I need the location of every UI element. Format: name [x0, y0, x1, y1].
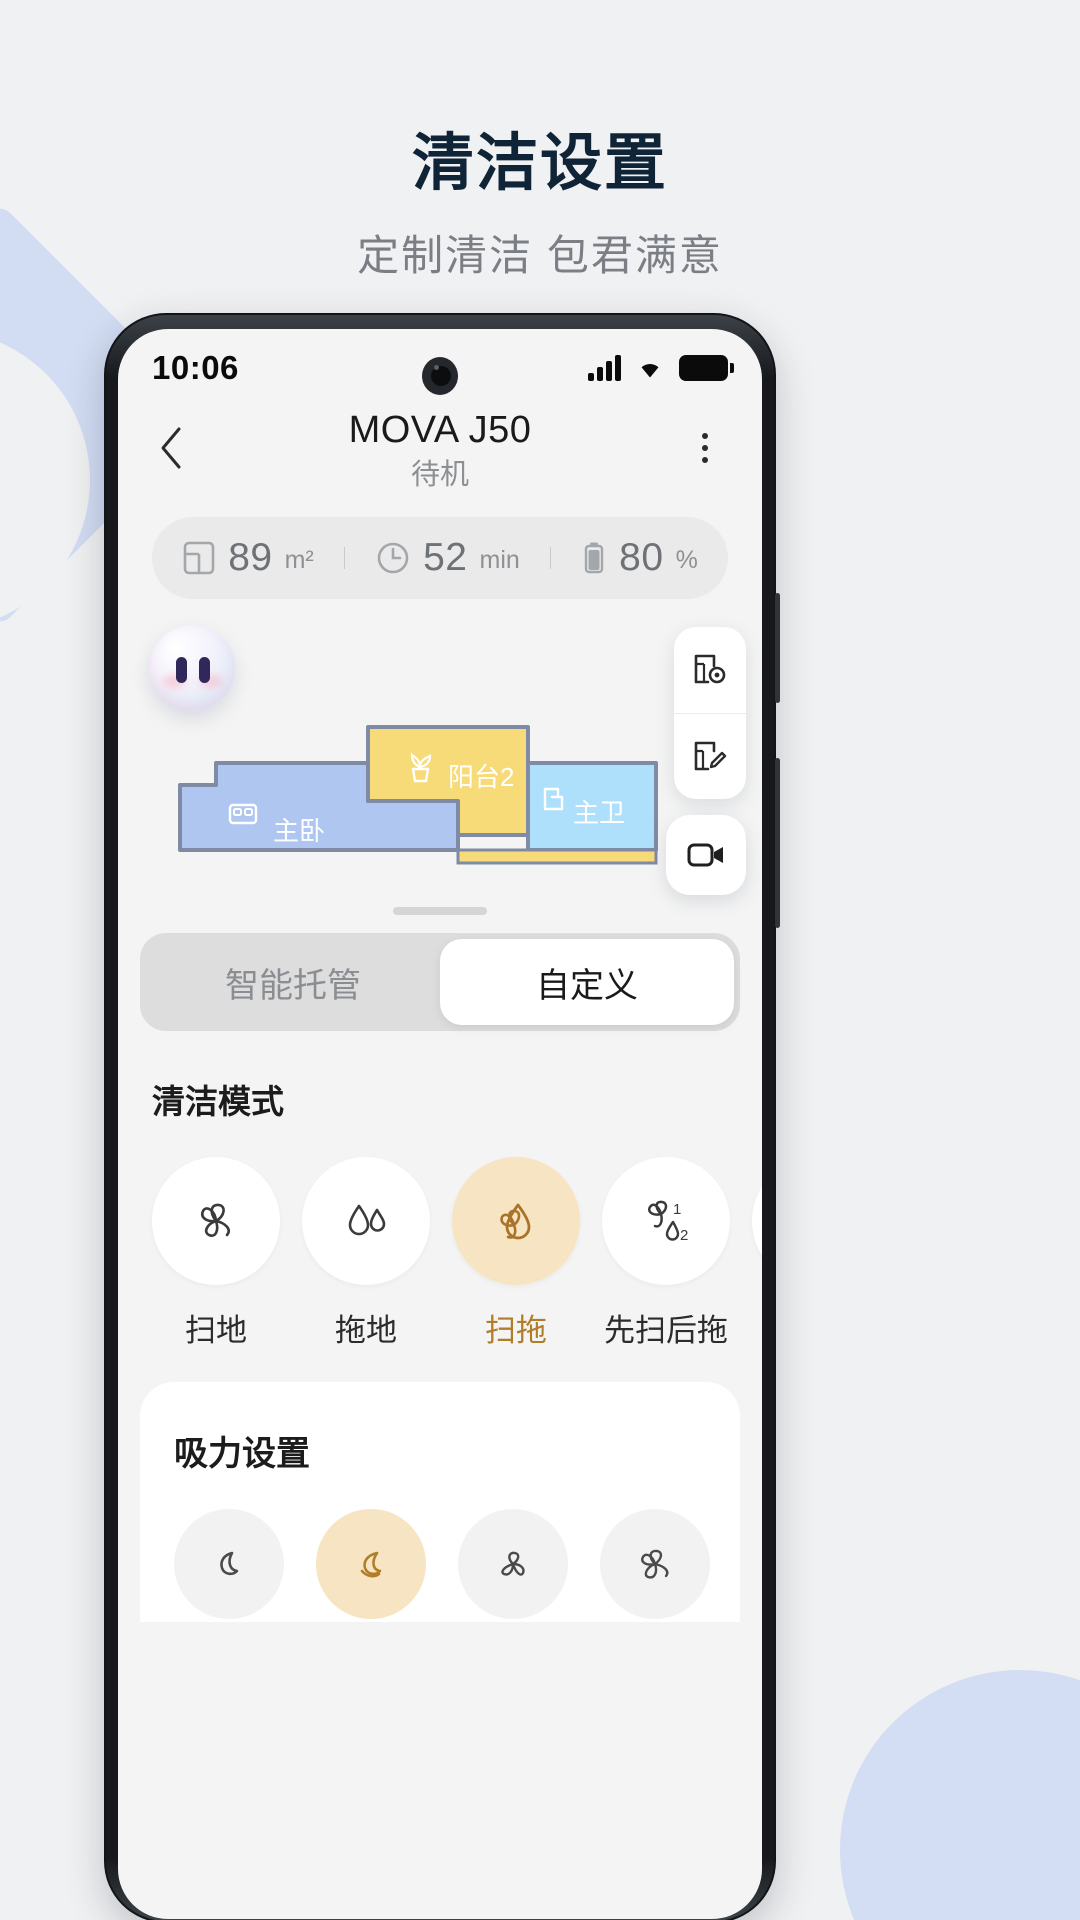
- back-button[interactable]: [148, 425, 194, 471]
- suction-quiet-button[interactable]: [174, 1509, 284, 1619]
- map-area[interactable]: 主卧 阳台2 主卫: [118, 605, 762, 925]
- floorplan-icon: [182, 540, 216, 576]
- tab-custom[interactable]: 自定义: [440, 939, 734, 1025]
- clean-mode-sweep[interactable]: 扫地: [152, 1157, 280, 1350]
- more-options-button[interactable]: [682, 425, 728, 471]
- clean-mode-sweep-then-mop[interactable]: 1 2 先扫后拖: [602, 1157, 730, 1350]
- stat-divider-2: [549, 547, 551, 569]
- tab-smart[interactable]: 智能托管: [146, 939, 440, 1025]
- floorplan-map[interactable]: [118, 605, 762, 925]
- app-header: MOVA J50 待机: [118, 407, 762, 499]
- stat-area: 89 m²: [182, 536, 314, 580]
- room-label-bedroom: 主卧: [273, 816, 326, 846]
- room-label-balcony: 阳台2: [448, 762, 515, 792]
- clean-mode-title: 清洁模式: [152, 1083, 284, 1120]
- suction-standard-icon: [360, 1551, 382, 1578]
- stat-divider: [343, 547, 345, 569]
- map-drag-handle[interactable]: [393, 907, 487, 915]
- clean-mode-custom[interactable]: 定: [752, 1157, 762, 1350]
- video-button[interactable]: [666, 815, 746, 895]
- clean-mode-list: 扫地 拖地 扫拖 1 2 先扫后拖: [118, 1123, 762, 1350]
- clean-mode-mop[interactable]: 拖地: [302, 1157, 430, 1350]
- stat-battery: 80 %: [581, 536, 698, 580]
- map-tool-group: [674, 627, 746, 799]
- status-icons: [588, 355, 734, 381]
- stat-battery-unit: %: [675, 546, 698, 574]
- clean-mode-sweep-then-mop-label: 先扫后拖: [604, 1313, 728, 1348]
- svg-text:2: 2: [680, 1227, 688, 1244]
- clock-icon: [375, 540, 411, 576]
- phone-volume-button: [775, 593, 780, 703]
- clean-mode-sweep-label: 扫地: [185, 1313, 247, 1348]
- phone-mockup: 10:06 MOVA J50 待机 89 m² 52 min 80 % 主卧 阳…: [104, 313, 780, 1920]
- stat-time-unit: min: [479, 546, 520, 574]
- video-camera-icon: [687, 843, 723, 867]
- suction-max-icon: [641, 1549, 669, 1579]
- suction-quiet-icon: [220, 1551, 239, 1576]
- phone-screen: 10:06 MOVA J50 待机 89 m² 52 min 80 % 主卧 阳…: [118, 329, 762, 1919]
- clean-mode-custom-label: 定: [752, 1305, 762, 1350]
- header-title-block: MOVA J50 待机: [118, 407, 762, 497]
- wifi-icon: [641, 364, 659, 378]
- stat-area-value: 89: [228, 536, 273, 579]
- stat-area-unit: m²: [284, 546, 314, 574]
- page-title: 清洁设置: [411, 129, 668, 198]
- battery-full-icon: [679, 355, 734, 381]
- page-subtitle: 定制清洁 包君满意: [357, 232, 723, 279]
- map-view-icon: [694, 654, 726, 684]
- stat-battery-value: 80: [619, 536, 664, 579]
- background-decoration-right: [840, 1670, 1080, 1920]
- mop-icon: [348, 1204, 386, 1236]
- suction-strong-icon: [501, 1551, 525, 1576]
- clean-mode-sweep-mop[interactable]: 扫拖: [452, 1157, 580, 1350]
- map-view-button[interactable]: [674, 627, 746, 713]
- battery-icon: [581, 540, 607, 576]
- suction-max-button[interactable]: [600, 1509, 710, 1619]
- more-vertical-icon: [702, 433, 708, 439]
- stats-pill: 89 m² 52 min 80 %: [152, 517, 728, 599]
- map-edit-icon: [694, 741, 727, 770]
- stat-time-value: 52: [423, 536, 468, 579]
- status-bar: 10:06: [118, 329, 762, 407]
- poster-page: 清洁设置 定制清洁 包君满意 10:06 MOVA J50 待机 89 m² 5…: [0, 0, 1080, 1920]
- sweep-then-mop-icon: 1 2: [648, 1200, 688, 1244]
- room-shape-strip: [456, 848, 658, 865]
- sweep-icon: [201, 1203, 230, 1237]
- stat-time: 52 min: [375, 536, 520, 580]
- device-status: 待机: [410, 459, 469, 491]
- sweep-mop-icon: [500, 1203, 531, 1240]
- clean-mode-sweep-mop-label: 扫拖: [485, 1313, 547, 1348]
- room-label-bathroom: 主卫: [573, 798, 626, 828]
- clean-mode-mop-label: 拖地: [335, 1313, 397, 1348]
- suction-strong-button[interactable]: [458, 1509, 568, 1619]
- mode-tabs: 智能托管 自定义: [140, 933, 740, 1031]
- suction-list: [140, 1475, 740, 1619]
- status-time: 10:06: [152, 349, 239, 386]
- svg-text:1: 1: [673, 1201, 681, 1218]
- signal-bars-icon: [588, 355, 621, 381]
- front-camera: [422, 357, 458, 395]
- suction-title: 吸力设置: [174, 1435, 310, 1473]
- phone-power-button: [775, 758, 780, 928]
- device-name: MOVA J50: [348, 409, 532, 451]
- suction-card: 吸力设置: [140, 1382, 740, 1622]
- back-chevron-icon: [161, 427, 181, 469]
- map-edit-button[interactable]: [674, 713, 746, 799]
- suction-standard-button[interactable]: [316, 1509, 426, 1619]
